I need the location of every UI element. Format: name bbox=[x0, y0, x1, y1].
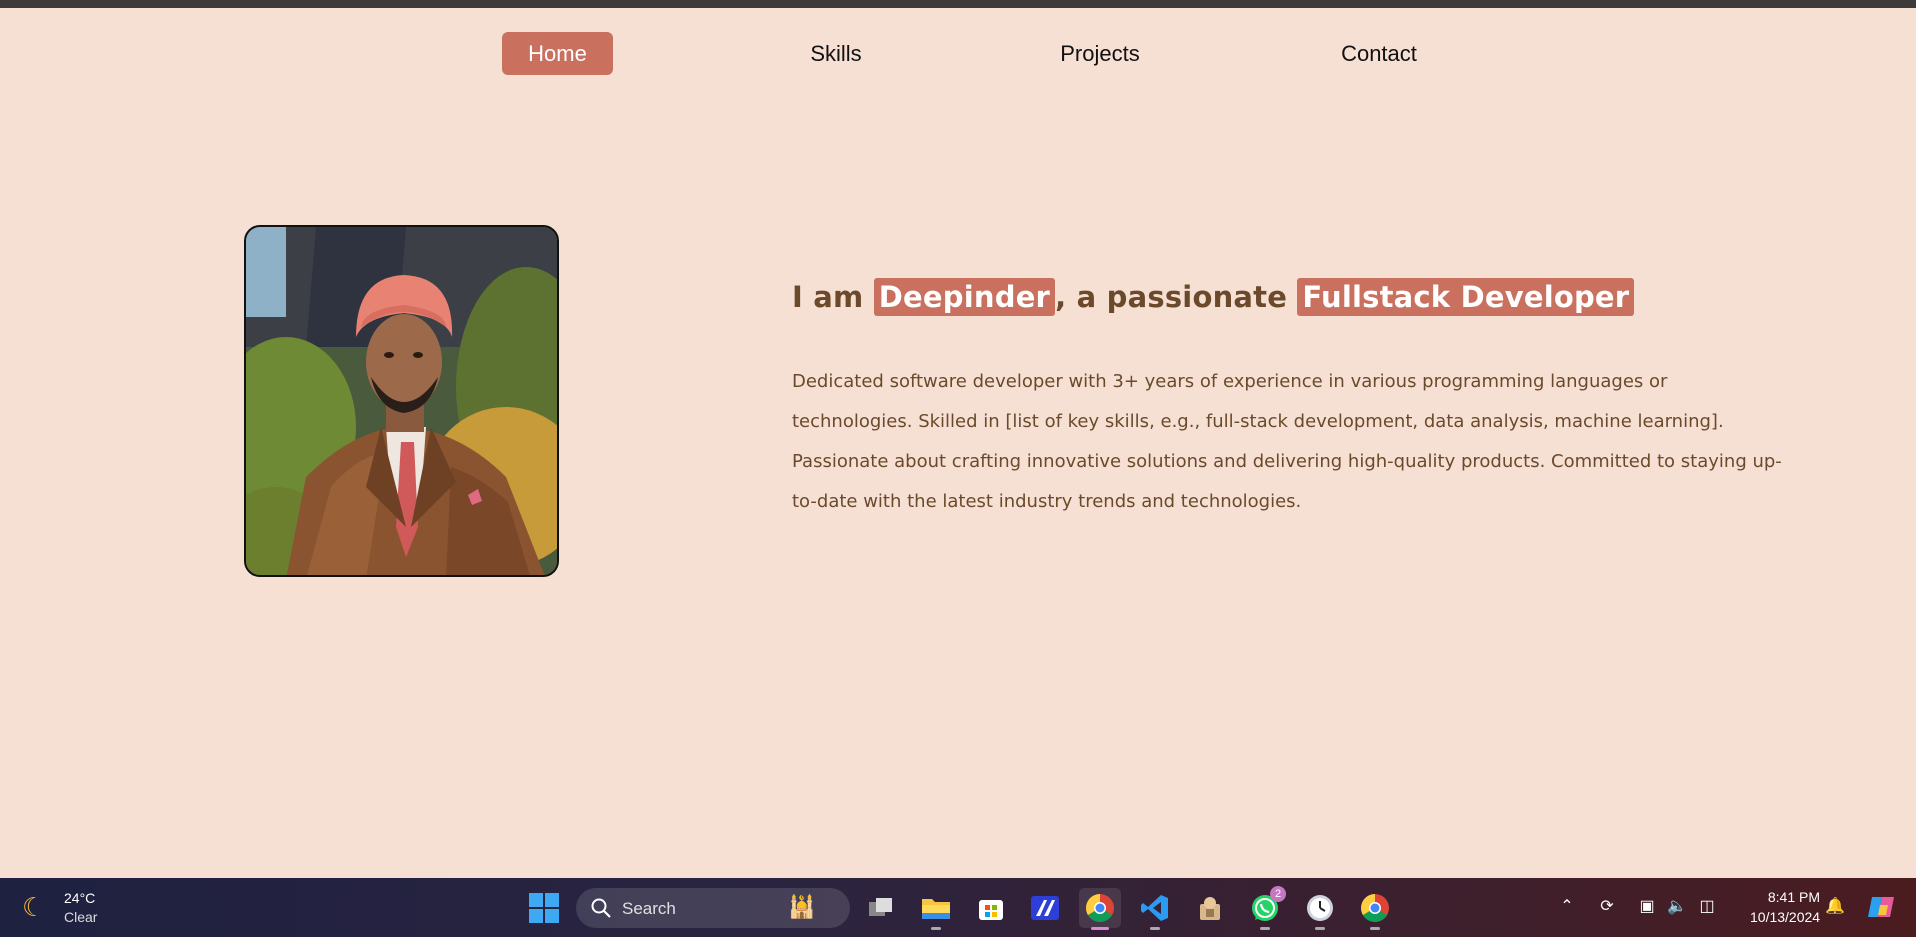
taskbar-search[interactable]: Search 🕌 bbox=[576, 888, 850, 928]
headline-middle: , a passionate bbox=[1055, 280, 1298, 314]
search-label: Search bbox=[622, 899, 676, 918]
running-indicator bbox=[1091, 927, 1109, 930]
hero-headline: I am Deepinder, a passionate Fullstack D… bbox=[792, 278, 1635, 316]
task-view-button[interactable] bbox=[860, 888, 902, 928]
sync-icon[interactable]: ⟳ bbox=[1596, 896, 1618, 918]
clock-app-icon bbox=[1307, 895, 1333, 921]
running-indicator bbox=[1370, 927, 1380, 930]
editor-app-icon bbox=[1031, 896, 1059, 920]
weather-widget[interactable]: ☾ 24°C Clear bbox=[22, 888, 112, 928]
clock-time: 8:41 PM bbox=[1767, 889, 1820, 905]
clock-date: 10/13/2024 bbox=[1750, 909, 1821, 925]
running-indicator bbox=[1260, 927, 1270, 930]
copilot-button[interactable] bbox=[1866, 891, 1898, 923]
clock-app-button[interactable] bbox=[1299, 888, 1341, 930]
search-icon bbox=[591, 898, 611, 918]
chrome-button[interactable] bbox=[1079, 888, 1121, 930]
vscode-button[interactable] bbox=[1134, 888, 1176, 930]
microsoft-store-button[interactable] bbox=[970, 888, 1012, 928]
notification-badge: 2 bbox=[1270, 886, 1286, 902]
task-view-icon bbox=[869, 898, 892, 916]
main-nav: Home Skills Projects Contact bbox=[0, 32, 1916, 76]
file-explorer-icon bbox=[922, 899, 950, 919]
system-clock[interactable]: 8:41 PM 10/13/2024 bbox=[1750, 887, 1820, 927]
nav-contact[interactable]: Contact bbox=[1320, 32, 1438, 75]
network-icon[interactable]: ▣ bbox=[1636, 896, 1658, 918]
weather-temp: 24°C bbox=[64, 890, 96, 906]
headline-role: Fullstack Developer bbox=[1297, 278, 1635, 316]
start-button[interactable] bbox=[528, 892, 560, 924]
search-highlight-icon: 🕌 bbox=[788, 894, 816, 919]
notification-bell-icon[interactable]: 🔔 bbox=[1824, 896, 1846, 918]
running-indicator bbox=[1150, 927, 1160, 930]
nav-home[interactable]: Home bbox=[502, 32, 613, 75]
windows-taskbar: ☾ 24°C Clear Search 🕌 2 ⌃ ⟳ ▣ 🔈 ◫ 8:41 P… bbox=[0, 878, 1916, 937]
editor-app-button[interactable] bbox=[1024, 888, 1066, 928]
chrome-profile-icon bbox=[1361, 894, 1389, 922]
chevron-up-icon[interactable]: ⌃ bbox=[1556, 896, 1578, 918]
profile-photo bbox=[244, 225, 559, 577]
moon-icon: ☾ bbox=[22, 892, 46, 922]
browser-top-strip bbox=[0, 0, 1916, 8]
microsoft-store-icon bbox=[979, 900, 1003, 920]
nav-skills[interactable]: Skills bbox=[790, 32, 882, 75]
hero-bio: Dedicated software developer with 3+ yea… bbox=[792, 371, 1782, 512]
chrome-profile-button[interactable] bbox=[1354, 888, 1396, 930]
windows-logo-icon bbox=[529, 893, 559, 923]
vscode-icon bbox=[1141, 895, 1168, 921]
headline-name: Deepinder bbox=[873, 278, 1056, 316]
file-explorer-button[interactable] bbox=[915, 888, 957, 930]
battery-icon[interactable]: ◫ bbox=[1696, 896, 1718, 918]
running-indicator bbox=[1315, 927, 1325, 930]
copilot-icon bbox=[1868, 897, 1894, 917]
utility-app-button[interactable] bbox=[1189, 888, 1231, 928]
nav-projects[interactable]: Projects bbox=[1040, 32, 1160, 75]
utility-app-icon bbox=[1200, 897, 1220, 920]
weather-condition: Clear bbox=[64, 909, 98, 925]
chrome-icon bbox=[1086, 894, 1114, 922]
whatsapp-button[interactable]: 2 bbox=[1244, 886, 1286, 930]
headline-prefix: I am bbox=[792, 280, 874, 314]
running-indicator bbox=[931, 927, 941, 930]
volume-icon[interactable]: 🔈 bbox=[1666, 896, 1688, 918]
